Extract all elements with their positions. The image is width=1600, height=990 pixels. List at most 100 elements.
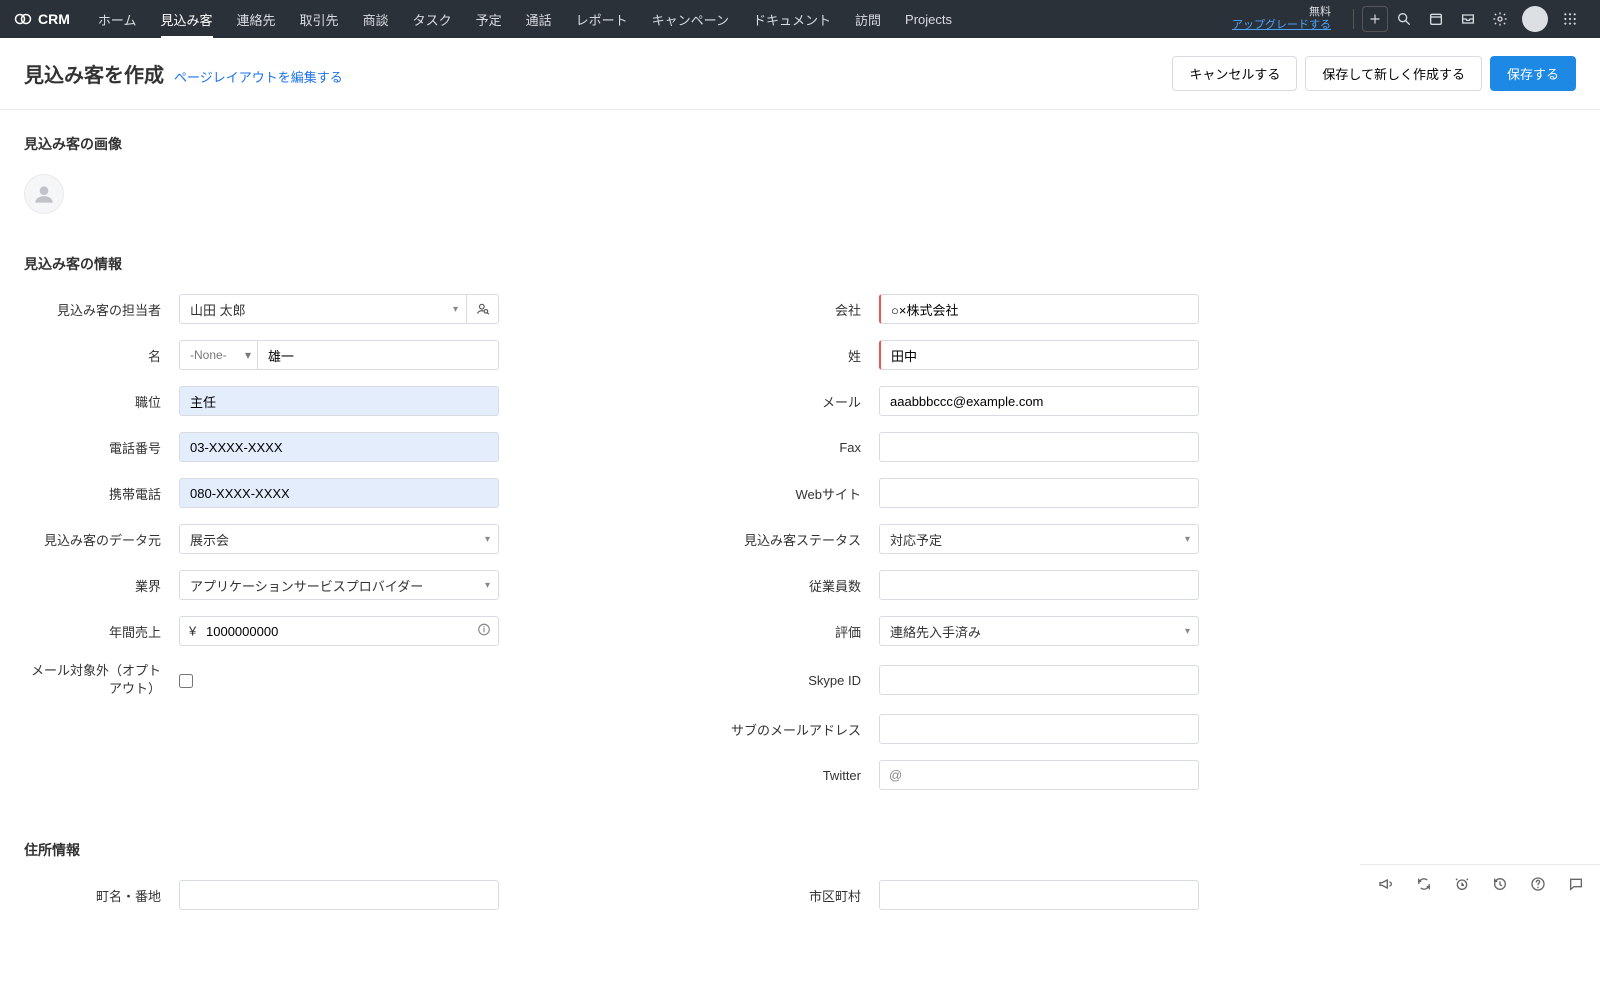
owner-lookup-button[interactable] — [467, 294, 499, 324]
nav-projects[interactable]: Projects — [893, 0, 964, 38]
twitter-label: Twitter — [724, 768, 879, 783]
employees-input[interactable] — [879, 570, 1199, 600]
sync-icon[interactable] — [1416, 876, 1432, 892]
optout-label: メール対象外（オプトアウト） — [24, 662, 179, 698]
upgrade-free-label: 無料 — [1309, 6, 1331, 19]
status-value: 対応予定 — [890, 530, 942, 549]
add-icon[interactable] — [1362, 6, 1388, 32]
source-select[interactable]: 展示会 ▾ — [179, 524, 499, 554]
nav-tasks[interactable]: タスク — [401, 0, 464, 38]
fax-input[interactable] — [879, 432, 1199, 462]
separator — [1353, 9, 1354, 29]
subemail-input[interactable] — [879, 714, 1199, 744]
subemail-label: サブのメールアドレス — [724, 720, 879, 739]
revenue-label: 年間売上 — [24, 622, 179, 641]
nav-campaigns[interactable]: キャンペーン — [640, 0, 741, 38]
page-title: 見込み客を作成 — [24, 59, 164, 88]
nav-documents[interactable]: ドキュメント — [741, 0, 843, 38]
nav-items: ホーム 見込み客 連絡先 取引先 商談 タスク 予定 通話 レポート キャンペー… — [86, 0, 964, 38]
lastname-label: 姓 — [724, 346, 879, 365]
nav-reports[interactable]: レポート — [564, 0, 640, 38]
nav-contacts[interactable]: 連絡先 — [225, 0, 288, 38]
gear-icon[interactable] — [1484, 3, 1516, 35]
section-address-title: 住所情報 — [24, 840, 1576, 860]
twitter-input[interactable] — [879, 760, 1199, 790]
chevron-down-icon: ▾ — [1185, 534, 1190, 545]
email-input[interactable] — [879, 386, 1199, 416]
optout-checkbox[interactable] — [179, 674, 193, 688]
salutation-select[interactable]: -None- ▾ — [179, 340, 257, 370]
cancel-button[interactable]: キャンセルする — [1172, 56, 1297, 91]
top-nav: CRM ホーム 見込み客 連絡先 取引先 商談 タスク 予定 通話 レポート キ… — [0, 0, 1600, 38]
employees-label: 従業員数 — [724, 576, 879, 595]
industry-select[interactable]: アプリケーションサービスプロバイダー ▾ — [179, 570, 499, 600]
inbox-icon[interactable] — [1452, 3, 1484, 35]
email-label: メール — [724, 392, 879, 411]
save-button[interactable]: 保存する — [1490, 56, 1576, 91]
city-input[interactable] — [879, 880, 1199, 910]
owner-select[interactable]: 山田 太郎 ▾ — [179, 294, 467, 324]
chevron-down-icon: ▾ — [453, 304, 458, 315]
revenue-input[interactable] — [179, 616, 499, 646]
source-label: 見込み客のデータ元 — [24, 530, 179, 549]
nav-home[interactable]: ホーム — [86, 0, 149, 38]
company-input[interactable] — [879, 294, 1199, 324]
street-input[interactable] — [179, 880, 499, 910]
chevron-down-icon: ▾ — [485, 534, 490, 545]
bottom-toolbar — [1360, 864, 1600, 902]
website-input[interactable] — [879, 478, 1199, 508]
fax-label: Fax — [724, 440, 879, 455]
nav-visits[interactable]: 訪問 — [843, 0, 893, 38]
skype-input[interactable] — [879, 665, 1199, 695]
nav-accounts[interactable]: 取引先 — [288, 0, 351, 38]
currency-symbol: ¥ — [189, 624, 196, 639]
nav-leads[interactable]: 見込み客 — [149, 0, 225, 38]
chevron-down-icon: ▾ — [245, 348, 251, 362]
upgrade-link[interactable]: アップグレードする — [1232, 19, 1331, 32]
owner-value: 山田 太郎 — [190, 300, 246, 319]
nav-deals[interactable]: 商談 — [351, 0, 401, 38]
company-label: 会社 — [724, 300, 879, 319]
status-label: 見込み客ステータス — [724, 530, 879, 549]
phone-input[interactable] — [179, 432, 499, 462]
brand-icon — [14, 10, 32, 28]
firstname-input[interactable] — [257, 340, 499, 370]
section-lead-info-title: 見込み客の情報 — [24, 254, 1576, 274]
apps-grid-icon[interactable] — [1554, 3, 1586, 35]
website-label: Webサイト — [724, 484, 879, 503]
lastname-input[interactable] — [879, 340, 1199, 370]
save-and-new-button[interactable]: 保存して新しく作成する — [1305, 56, 1482, 91]
search-icon[interactable] — [1388, 3, 1420, 35]
firstname-label: 名 — [24, 346, 179, 365]
history-icon[interactable] — [1492, 876, 1508, 892]
calendar-icon[interactable] — [1420, 3, 1452, 35]
skype-label: Skype ID — [724, 673, 879, 688]
rating-label: 評価 — [724, 622, 879, 641]
owner-label: 見込み客の担当者 — [24, 300, 179, 319]
mobile-input[interactable] — [179, 478, 499, 508]
salutation-value: -None- — [190, 348, 227, 362]
person-lookup-icon — [476, 302, 490, 316]
page-header: 見込み客を作成 ページレイアウトを編集する キャンセルする 保存して新しく作成す… — [0, 38, 1600, 110]
rating-value: 連絡先入手済み — [890, 622, 981, 641]
brand: CRM — [14, 10, 70, 28]
chat-icon[interactable] — [1568, 876, 1584, 892]
edit-layout-link[interactable]: ページレイアウトを編集する — [174, 67, 343, 86]
avatar[interactable] — [1522, 6, 1548, 32]
alarm-icon[interactable] — [1454, 876, 1470, 892]
chevron-down-icon: ▾ — [1185, 626, 1190, 637]
brand-text: CRM — [38, 11, 70, 27]
lead-image-upload[interactable] — [24, 174, 64, 214]
nav-events[interactable]: 予定 — [464, 0, 514, 38]
announce-icon[interactable] — [1378, 876, 1394, 892]
rating-select[interactable]: 連絡先入手済み ▾ — [879, 616, 1199, 646]
help-icon[interactable] — [1530, 876, 1546, 892]
source-value: 展示会 — [190, 530, 229, 549]
upgrade-block: 無料 アップグレードする — [1232, 6, 1331, 32]
status-select[interactable]: 対応予定 ▾ — [879, 524, 1199, 554]
phone-label: 電話番号 — [24, 438, 179, 457]
nav-calls[interactable]: 通話 — [514, 0, 564, 38]
industry-label: 業界 — [24, 576, 179, 595]
jobtitle-input[interactable] — [179, 386, 499, 416]
action-buttons: キャンセルする 保存して新しく作成する 保存する — [1172, 56, 1576, 91]
